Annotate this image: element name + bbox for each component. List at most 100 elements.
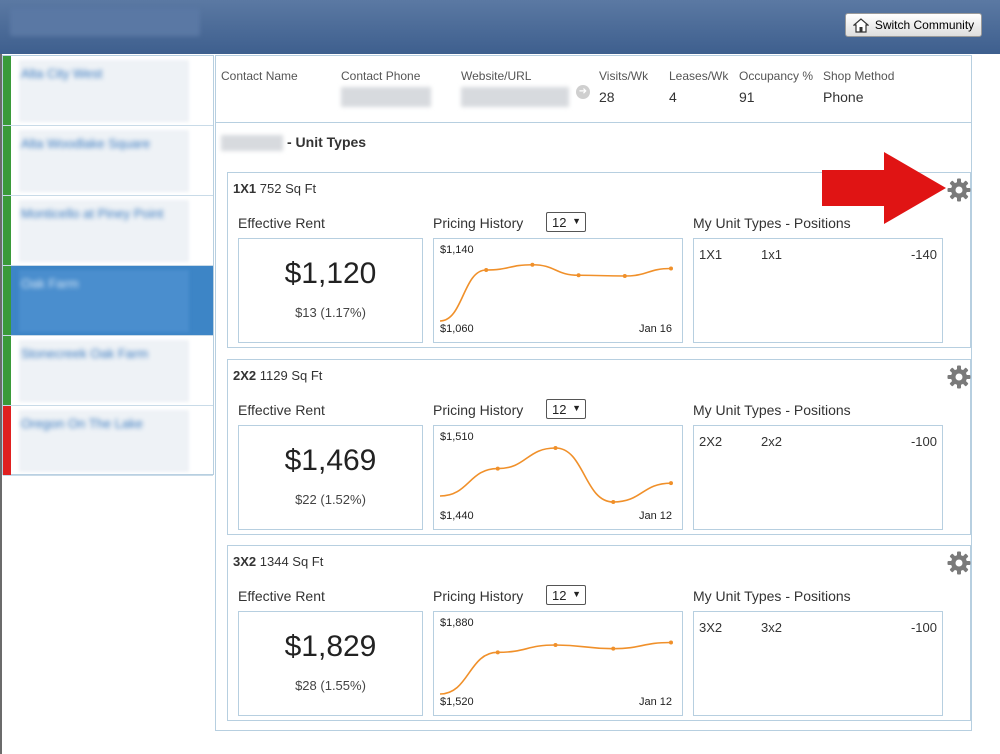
- switch-community-button[interactable]: Switch Community: [845, 13, 982, 37]
- community-sidebar: Alta City West Alta Woodlake Square Montic…: [2, 55, 214, 476]
- pricing-history-label: Pricing History: [433, 588, 524, 604]
- contact-phone-value: [341, 87, 431, 107]
- sidebar-item[interactable]: Oak Farm: [3, 266, 213, 336]
- positions-box: 3X2 3x2 -100: [693, 611, 943, 716]
- position-unit-code: 2X2: [699, 434, 723, 449]
- price-point: [669, 481, 673, 486]
- sidebar-item[interactable]: Alta City West: [3, 56, 213, 126]
- occupancy-value: 91: [739, 89, 755, 105]
- price-point: [553, 643, 558, 647]
- status-bar: [3, 266, 11, 335]
- price-point: [484, 268, 489, 272]
- position-unit-code: 1X1: [699, 247, 723, 262]
- status-bar: [3, 406, 11, 475]
- status-bar: [3, 56, 11, 125]
- sidebar-item[interactable]: Monticello at Piney Point: [3, 196, 213, 266]
- price-point: [622, 274, 627, 278]
- period-value: 12: [552, 402, 567, 417]
- status-bar: [3, 196, 11, 265]
- unit-type-header: 3X2 1344 Sq Ft: [233, 554, 323, 569]
- annotation-arrow-icon: [822, 152, 946, 224]
- pricing-sparkline: [439, 640, 673, 695]
- pricing-history-box: $1,140 $1,060 Jan 16: [433, 238, 683, 343]
- switch-community-label: Switch Community: [874, 18, 975, 32]
- open-website-icon[interactable]: ➜: [576, 85, 590, 99]
- period-select[interactable]: 12 ▼: [546, 212, 586, 232]
- shop-method-value: Phone: [823, 89, 864, 105]
- effective-rent-box: $1,469 $22 (1.52%): [238, 425, 423, 530]
- effective-rent-box: $1,120 $13 (1.17%): [238, 238, 423, 343]
- sidebar-item[interactable]: Stonecreek Oak Farm: [3, 336, 213, 406]
- price-line: [439, 641, 672, 695]
- unit-types-title: - Unit Types: [287, 134, 367, 150]
- position-unit-name: 2x2: [761, 434, 782, 449]
- sidebar-item-label: Stonecreek Oak Farm: [21, 346, 149, 361]
- gear-icon[interactable]: [946, 364, 972, 390]
- price-point: [611, 646, 616, 651]
- position-unit-name: 3x2: [761, 620, 782, 635]
- price-line: [439, 447, 672, 503]
- website-value[interactable]: [461, 87, 569, 107]
- sidebar-item-label: Monticello at Piney Point: [21, 206, 164, 221]
- chevron-down-icon: ▼: [572, 216, 581, 226]
- leases-value: 4: [669, 89, 677, 105]
- brand-logo: [10, 8, 200, 36]
- leases-label: Leases/Wk: [669, 69, 729, 83]
- unit-type-header: 2X2 1129 Sq Ft: [233, 368, 322, 383]
- price-point: [553, 446, 558, 450]
- unit-size: 1129 Sq Ft: [259, 368, 323, 383]
- leases-column: Leases/Wk 4: [669, 69, 728, 105]
- contact-name-label: Contact Name: [221, 69, 298, 83]
- gear-icon[interactable]: [946, 177, 972, 203]
- price-point: [669, 640, 673, 645]
- position-unit-name: 1x1: [761, 247, 782, 262]
- gear-icon[interactable]: [946, 550, 972, 576]
- pricing-history-box: $1,510 $1,440 Jan 12: [433, 425, 683, 530]
- pricing-history-label: Pricing History: [433, 215, 524, 231]
- unit-code: 3X2: [233, 554, 257, 569]
- price-point: [530, 262, 535, 267]
- price-line: [439, 263, 672, 322]
- period-select[interactable]: 12 ▼: [546, 399, 586, 419]
- shop-method-column: Shop Method Phone: [823, 69, 894, 105]
- effective-rent-label: Effective Rent: [238, 215, 325, 231]
- price-point: [611, 500, 616, 504]
- period-select[interactable]: 12 ▼: [546, 585, 586, 605]
- top-header: Switch Community: [0, 0, 1000, 54]
- period-value: 12: [552, 588, 567, 603]
- unit-type-header: 1X1 752 Sq Ft: [233, 181, 316, 196]
- price-point: [576, 273, 581, 278]
- pricing-sparkline: [439, 262, 673, 322]
- contact-phone-label: Contact Phone: [341, 69, 421, 83]
- community-info-row: Contact Name Contact Phone Website/URL ➜…: [216, 56, 971, 123]
- rent-change-value: $13 (1.17%): [295, 305, 366, 320]
- website-label: Website/URL: [461, 69, 532, 83]
- visits-label: Visits/Wk: [599, 69, 649, 83]
- visits-column: Visits/Wk 28: [599, 69, 648, 105]
- sidebar-item-label: Alta Woodlake Square: [21, 136, 151, 151]
- status-bar: [3, 336, 11, 405]
- rent-change-value: $28 (1.55%): [295, 678, 366, 693]
- home-icon: [852, 17, 869, 33]
- occupancy-column: Occupancy % 91: [739, 69, 813, 105]
- sidebar-item[interactable]: Oregon On The Lake: [3, 406, 213, 476]
- unit-type-card: 3X2 1344 Sq Ft Effective Rent Pricing Hist…: [227, 545, 971, 721]
- positions-box: 2X2 2x2 -100: [693, 425, 943, 530]
- contact-phone-column: Contact Phone: [341, 69, 431, 110]
- unit-code: 1X1: [233, 181, 257, 196]
- effective-rent-value: $1,469: [284, 444, 377, 477]
- effective-rent-label: Effective Rent: [238, 588, 325, 604]
- effective-rent-value: $1,829: [284, 630, 377, 663]
- positions-label: My Unit Types - Positions: [693, 588, 851, 604]
- unit-code: 2X2: [233, 368, 257, 383]
- position-value: -140: [910, 247, 937, 262]
- website-column: Website/URL: [461, 69, 569, 110]
- positions-label: My Unit Types - Positions: [693, 402, 851, 418]
- sidebar-item[interactable]: Alta Woodlake Square: [3, 126, 213, 196]
- effective-rent-box: $1,829 $28 (1.55%): [238, 611, 423, 716]
- visits-value: 28: [599, 89, 615, 105]
- shop-method-label: Shop Method: [823, 69, 895, 83]
- pricing-history-label: Pricing History: [433, 402, 524, 418]
- positions-box: 1X1 1x1 -140: [693, 238, 943, 343]
- pricing-sparkline: [439, 446, 673, 504]
